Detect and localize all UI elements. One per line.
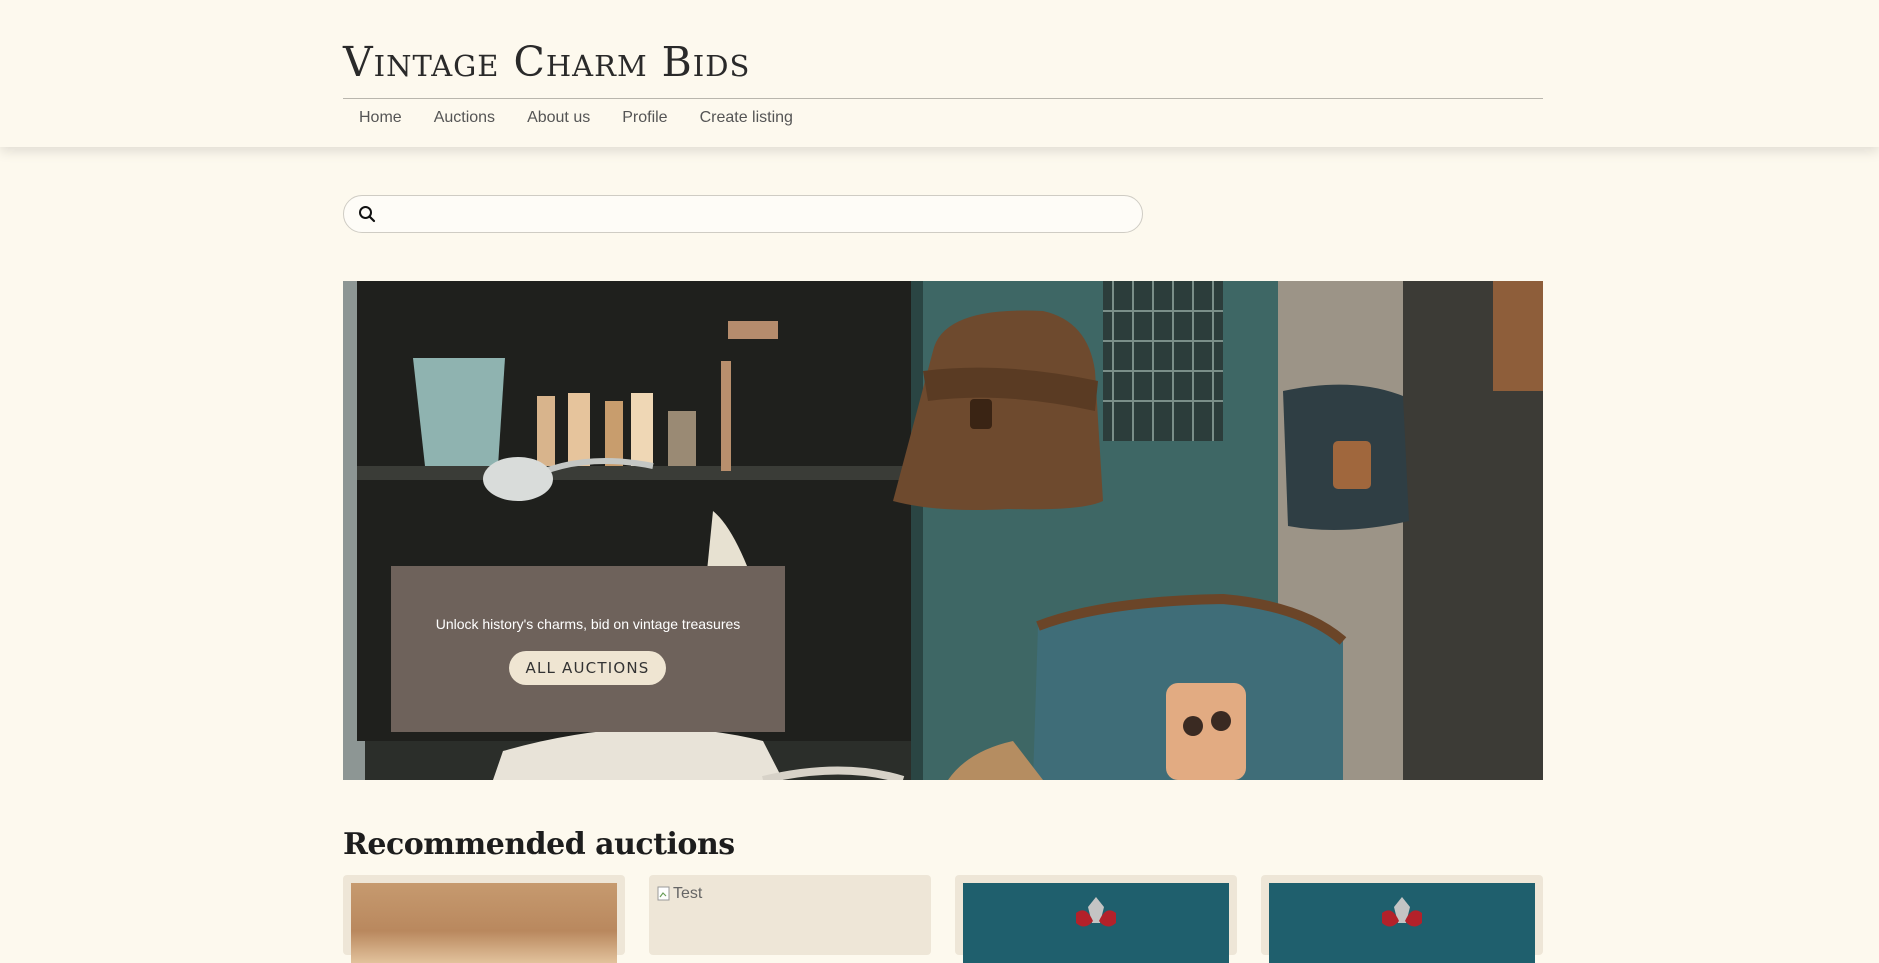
auction-image[interactable] [963, 883, 1229, 963]
auction-image[interactable] [351, 883, 617, 963]
search-input[interactable] [388, 200, 1124, 228]
search-icon [359, 206, 376, 223]
search-bar[interactable] [343, 195, 1143, 233]
nav-create-listing[interactable]: Create listing [684, 99, 809, 139]
recommended-title: Recommended auctions [343, 827, 735, 862]
site-header: Vintage Charm Bids Home Auctions About u… [0, 0, 1879, 147]
image-alt-text: Test [673, 885, 703, 902]
auction-card[interactable] [955, 875, 1237, 963]
main-nav: Home Auctions About us Profile Create li… [343, 99, 809, 139]
nav-profile[interactable]: Profile [606, 99, 683, 139]
all-auctions-button[interactable]: ALL AUCTIONS [509, 651, 666, 685]
broken-image-icon [657, 886, 670, 901]
nav-home[interactable]: Home [343, 99, 418, 139]
auction-card[interactable]: Test [649, 875, 931, 955]
broken-image[interactable]: Test [657, 885, 702, 903]
nav-auctions[interactable]: Auctions [418, 99, 511, 139]
site-brand[interactable]: Vintage Charm Bids [343, 38, 750, 86]
auction-card[interactable] [1261, 875, 1543, 963]
hero-banner: Unlock history's charms, bid on vintage … [343, 281, 1543, 780]
auction-card[interactable] [343, 875, 625, 963]
auction-image[interactable] [1269, 883, 1535, 963]
hero-callout: Unlock history's charms, bid on vintage … [391, 566, 785, 732]
nav-about-us[interactable]: About us [511, 99, 606, 139]
hero-tagline: Unlock history's charms, bid on vintage … [435, 616, 741, 632]
